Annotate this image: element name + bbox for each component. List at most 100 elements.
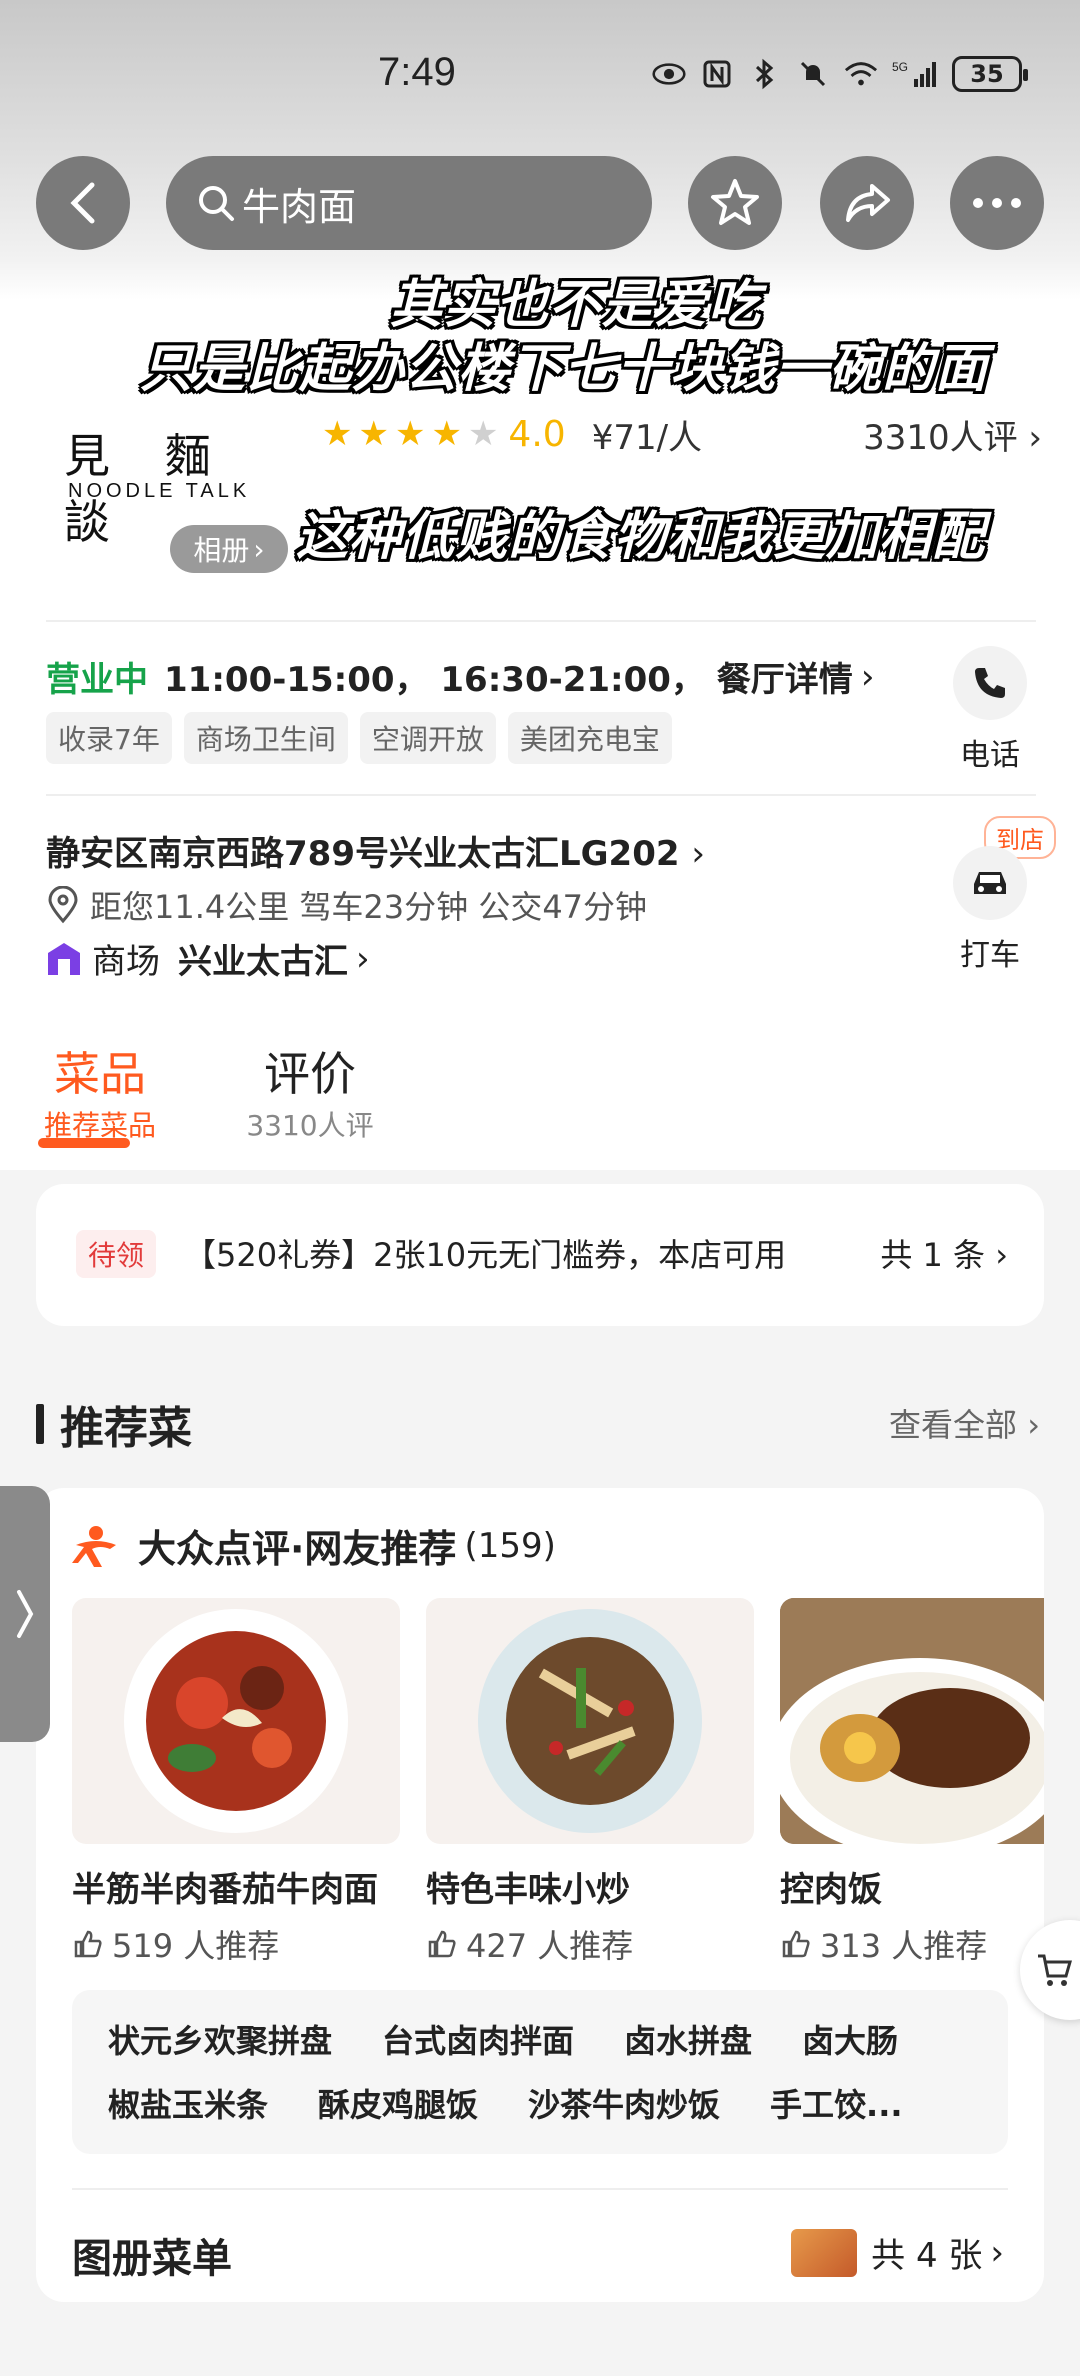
facility-tags: 收录7年 商场卫生间 空调开放 美团充电宝 bbox=[46, 712, 672, 764]
divider bbox=[46, 620, 1036, 622]
rating-score: 4.0 bbox=[508, 413, 566, 455]
dish-photo bbox=[72, 1598, 400, 1844]
thumbs-up-icon bbox=[428, 1930, 456, 1958]
source-header: 大众点评·网友推荐 (159) bbox=[72, 1518, 556, 1573]
more-dishes-list: 状元乡欢聚拼盘 台式卤肉拌面 卤水拼盘 卤大肠 椒盐玉米条 酥皮鸡腿饭 沙茶牛肉… bbox=[72, 1990, 1008, 2154]
side-drawer-handle[interactable] bbox=[0, 1486, 50, 1742]
mall-link[interactable]: 商场 兴业太古汇 › bbox=[46, 934, 370, 983]
tab-dishes[interactable]: 菜品 推荐菜品 bbox=[36, 1038, 164, 1144]
see-all-link[interactable]: 查看全部 › bbox=[889, 1400, 1040, 1446]
star-icon: ★ bbox=[394, 414, 426, 454]
dish-name: 控肉饭 bbox=[780, 1870, 882, 1910]
coupon-badge: 待领 bbox=[76, 1230, 157, 1278]
eye-icon bbox=[652, 57, 686, 91]
cart-icon bbox=[1038, 1954, 1072, 1986]
star-icon: ★ bbox=[358, 414, 389, 454]
thumbs-up-icon bbox=[782, 1930, 810, 1958]
price-per-person: ¥71/人 bbox=[591, 417, 703, 458]
back-button[interactable] bbox=[36, 156, 130, 250]
tab-reviews[interactable]: 评价 3310人评 bbox=[240, 1038, 380, 1144]
taxi-button[interactable]: 打车 bbox=[930, 846, 1050, 974]
wifi-icon bbox=[844, 57, 878, 91]
phone-button[interactable]: 电话 bbox=[930, 646, 1050, 774]
chevron-right-icon: › bbox=[990, 2232, 1004, 2273]
status-time: 7:49 bbox=[378, 50, 456, 94]
section-title: 推荐菜 bbox=[36, 1392, 192, 1456]
mall-icon bbox=[48, 942, 80, 975]
coupon-banner[interactable]: 待领 【520礼券】2张10元无门槛券，本店可用 共 1 条 › bbox=[36, 1184, 1044, 1326]
divider bbox=[46, 794, 1036, 796]
address-link[interactable]: 静安区南京西路789号兴业太古汇LG202 › bbox=[46, 826, 705, 875]
location-pin-icon bbox=[48, 886, 78, 924]
tag: 空调开放 bbox=[359, 712, 496, 764]
photo-menu-link[interactable]: 共 4 张 › bbox=[791, 2228, 1004, 2277]
chevron-right-icon: › bbox=[356, 938, 370, 979]
album-button[interactable]: 相册 › bbox=[170, 525, 288, 573]
battery-indicator: 35 bbox=[952, 56, 1028, 92]
star-empty-icon: ★ bbox=[467, 414, 499, 454]
chevron-right-icon bbox=[17, 1590, 34, 1638]
rating-row: ★ ★ ★ ★ ★ 4.0 ¥71/人 3310人评 › bbox=[322, 408, 1042, 460]
distance-info: 距您11.4公里 驾车23分钟 公交47分钟 bbox=[46, 882, 647, 928]
chevron-right-icon: › bbox=[691, 834, 705, 874]
open-status: 营业中 bbox=[46, 660, 148, 700]
dish-card[interactable]: 特色丰味小炒 427 人推荐 bbox=[426, 1598, 754, 1967]
dish-name: 特色丰味小炒 bbox=[426, 1870, 630, 1910]
album-label: 相册 bbox=[193, 534, 250, 567]
dianping-logo-icon bbox=[72, 1525, 116, 1567]
tag: 美团充电宝 bbox=[507, 712, 672, 764]
tag: 商场卫生间 bbox=[183, 712, 348, 764]
dish-name: 半筋半肉番茄牛肉面 bbox=[72, 1870, 378, 1910]
bluetooth-icon bbox=[748, 57, 782, 91]
dish-link[interactable]: 状元乡欢聚拼盘 bbox=[108, 2016, 332, 2062]
taxi-label: 打车 bbox=[960, 938, 1020, 973]
chevron-right-icon: › bbox=[860, 656, 875, 697]
dish-link[interactable]: 酥皮鸡腿饭 bbox=[318, 2080, 478, 2126]
subtitle-line3: 这种低贱的食物和我更加相配 bbox=[296, 507, 986, 567]
dish-photo bbox=[426, 1598, 754, 1844]
more-button[interactable] bbox=[950, 156, 1044, 250]
dish-link[interactable]: 手工饺... bbox=[770, 2080, 902, 2126]
share-icon bbox=[846, 184, 890, 222]
status-bar: 7:49 5G 35 bbox=[0, 40, 1080, 120]
favorite-button[interactable] bbox=[688, 156, 782, 250]
review-count-link[interactable]: 3310人评 › bbox=[863, 410, 1042, 459]
chevron-left-icon bbox=[70, 182, 95, 224]
mute-bell-icon bbox=[796, 57, 830, 91]
dish-link[interactable]: 卤水拼盘 bbox=[624, 2016, 752, 2062]
dish-card[interactable]: 控肉饭 313 人推荐 bbox=[780, 1598, 1044, 1967]
search-bar[interactable]: 牛肉面 bbox=[166, 156, 652, 250]
star-icon: ★ bbox=[431, 414, 462, 454]
tag: 收录7年 bbox=[46, 712, 172, 764]
more-dots-icon bbox=[973, 198, 1021, 208]
title-bar bbox=[36, 1404, 44, 1444]
recommendation-card: 大众点评·网友推荐 (159) 半筋半肉番茄牛肉面 519 人推荐 特色丰味小炒… bbox=[36, 1488, 1044, 2302]
dish-likes: 427 人推荐 bbox=[426, 1921, 754, 1967]
menu-thumbnail bbox=[791, 2228, 858, 2277]
dish-link[interactable]: 台式卤肉拌面 bbox=[382, 2016, 574, 2062]
share-button[interactable] bbox=[820, 156, 914, 250]
svg-text:5G: 5G bbox=[892, 60, 908, 74]
star-icon: ★ bbox=[322, 414, 353, 454]
chevron-right-icon: › bbox=[253, 532, 265, 566]
business-hours[interactable]: 营业中 11:00-15:00， 16:30-21:00， 餐厅详情 › bbox=[46, 652, 874, 701]
dish-card[interactable]: 半筋半肉番茄牛肉面 519 人推荐 bbox=[72, 1598, 400, 1967]
coupon-count: 共 1 条 › bbox=[880, 1236, 1008, 1274]
divider bbox=[72, 2188, 1008, 2190]
nfc-icon bbox=[700, 57, 734, 91]
dish-link[interactable]: 沙茶牛肉炒饭 bbox=[528, 2080, 720, 2126]
dish-link[interactable]: 卤大肠 bbox=[802, 2016, 898, 2062]
dish-likes: 519 人推荐 bbox=[72, 1921, 400, 1967]
car-icon bbox=[953, 846, 1027, 920]
photo-menu-title: 图册菜单 bbox=[72, 2236, 232, 2282]
more-dishes-row: 状元乡欢聚拼盘 台式卤肉拌面 卤水拼盘 卤大肠 bbox=[108, 2016, 948, 2062]
more-dishes-row: 椒盐玉米条 酥皮鸡腿饭 沙茶牛肉炒饭 手工饺... bbox=[108, 2080, 953, 2126]
subtitle-line2: 只是比起办公楼下七十块钱一碗的面 bbox=[140, 339, 989, 399]
search-query: 牛肉面 bbox=[242, 184, 357, 229]
signal-icon: 5G bbox=[892, 57, 938, 91]
status-icons: 5G 35 bbox=[652, 56, 1028, 92]
dish-likes: 313 人推荐 bbox=[780, 1921, 1044, 1967]
hours-text: 11:00-15:00， 16:30-21:00， 餐厅详情 bbox=[164, 660, 853, 700]
thumbs-up-icon bbox=[74, 1930, 102, 1958]
dish-link[interactable]: 椒盐玉米条 bbox=[108, 2080, 268, 2126]
